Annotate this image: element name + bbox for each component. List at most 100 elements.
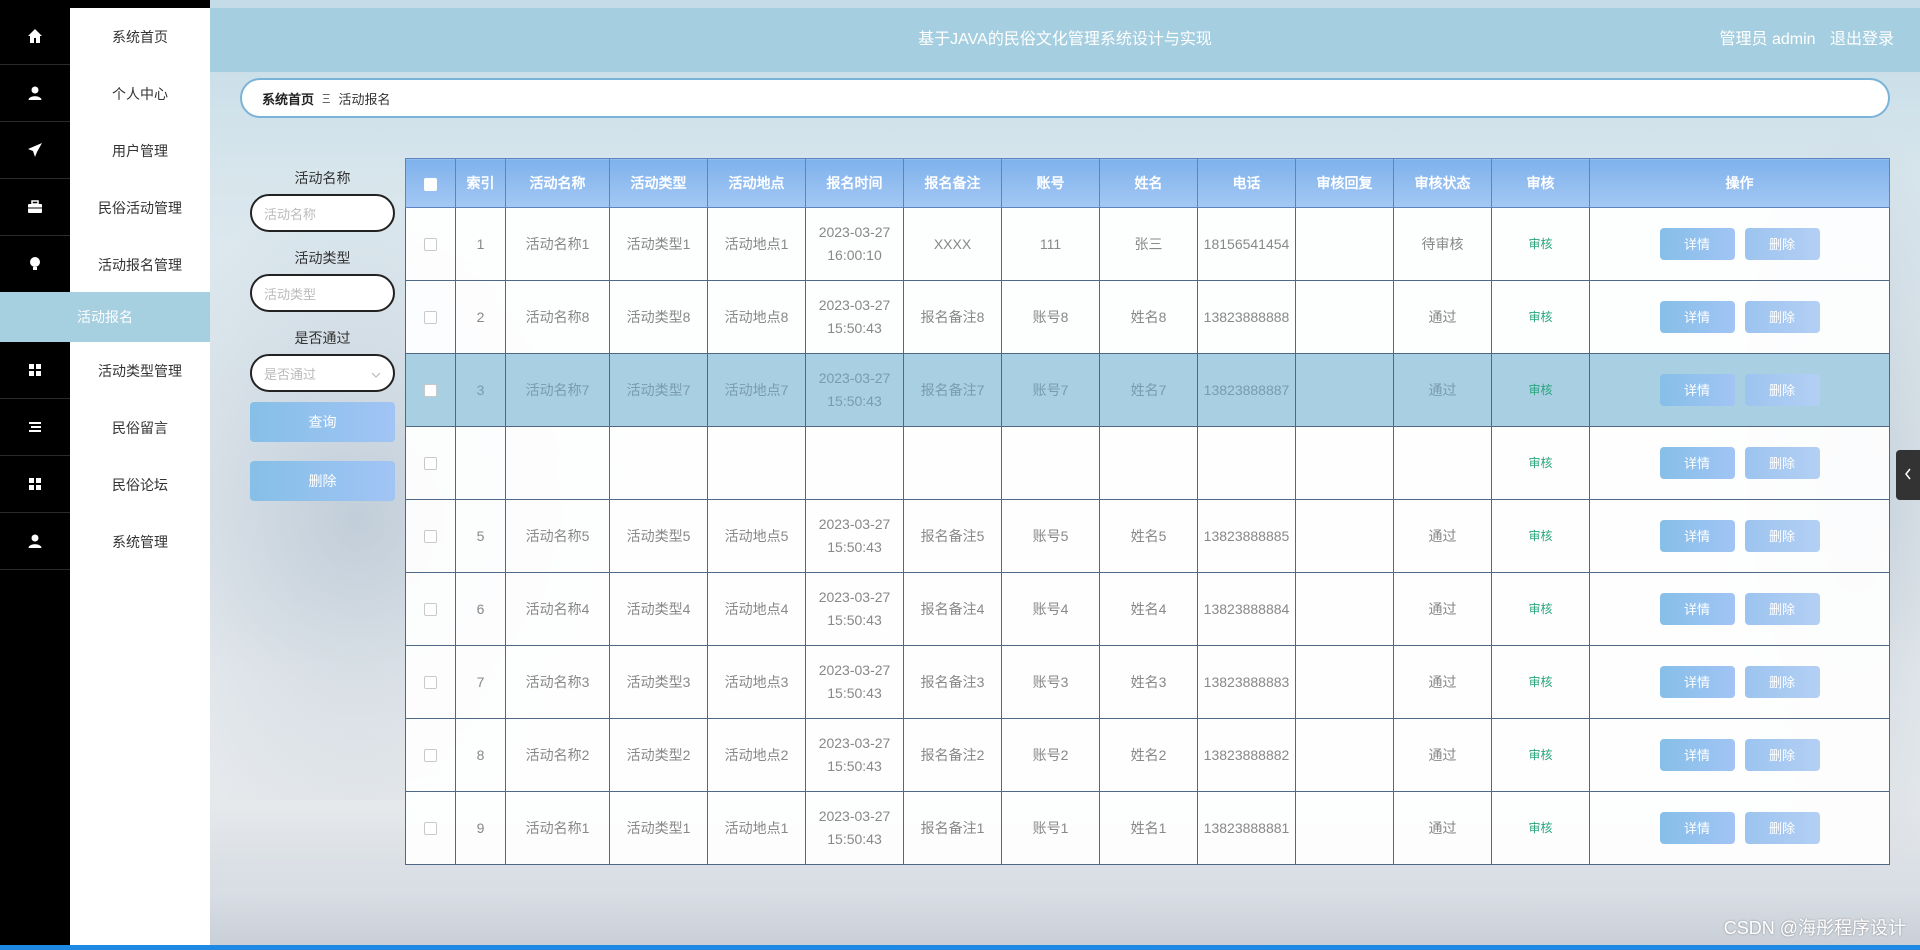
sidebar-item-label: 系统首页 (112, 28, 168, 45)
row-checkbox[interactable] (424, 311, 437, 325)
select-all-cell[interactable] (405, 158, 456, 208)
delete-button[interactable]: 删除 (1744, 301, 1820, 333)
cell-audit: 审核 (1491, 426, 1590, 500)
row-checkbox[interactable] (424, 676, 437, 690)
audit-link[interactable]: 审核 (1528, 310, 1552, 324)
column-header: 活动名称 (505, 158, 610, 208)
table-row[interactable]: 5 活动名称5 活动类型5 活动地点5 2023-03-27 15:50:43 报名备注5… (405, 499, 1890, 573)
row-checkbox[interactable] (424, 749, 437, 763)
cell-status: 通过 (1393, 645, 1492, 719)
detail-button[interactable]: 详情 (1659, 812, 1735, 844)
breadcrumb-separator-icon: Ξ (322, 90, 331, 106)
cell-note: 报名备注7 (903, 353, 1002, 427)
row-select-cell[interactable] (405, 718, 456, 792)
row-select-cell[interactable] (405, 572, 456, 646)
table-row[interactable]: 9 活动名称1 活动类型1 活动地点1 2023-03-27 15:50:43 报名备注1… (405, 791, 1890, 865)
cell-person: 姓名7 (1099, 353, 1198, 427)
cell-phone: 18156541454 (1197, 207, 1296, 281)
table-row[interactable]: 8 活动名称2 活动类型2 活动地点2 2023-03-27 15:50:43 报名备注2… (405, 718, 1890, 792)
cell-type: 活动类型1 (609, 207, 708, 281)
audit-link[interactable]: 审核 (1528, 675, 1552, 689)
detail-button[interactable]: 详情 (1659, 447, 1735, 479)
table-row[interactable]: 1 活动名称1 活动类型1 活动地点1 2023-03-27 16:00:10 XXXX 1… (405, 207, 1890, 281)
activity-type-input[interactable]: 活动类型 (250, 274, 395, 312)
audit-link[interactable]: 审核 (1528, 602, 1552, 616)
logout-link[interactable]: 退出登录 (1830, 31, 1894, 48)
row-select-cell[interactable] (405, 207, 456, 281)
cell-person: 姓名5 (1099, 499, 1198, 573)
sidebar-item-system[interactable]: 系统管理 (0, 513, 210, 570)
sidebar-item-home[interactable]: 系统首页 (0, 8, 210, 65)
delete-button[interactable]: 删除 (1744, 520, 1820, 552)
row-checkbox[interactable] (424, 822, 437, 836)
cell-actions: 详情 删除 (1589, 207, 1890, 281)
sidebar-item-activity-signup[interactable]: 活动报名管理 (0, 236, 210, 293)
row-checkbox[interactable] (424, 603, 437, 617)
cell-audit: 审核 (1491, 353, 1590, 427)
sidebar-item-messages[interactable]: 民俗留言 (0, 399, 210, 456)
row-checkbox[interactable] (424, 384, 437, 398)
approval-status-select[interactable]: 是否通过 (250, 354, 395, 392)
table-row[interactable]: 3 活动名称7 活动类型7 活动地点7 2023-03-27 15:50:43 报名备注7… (405, 353, 1890, 427)
detail-button[interactable]: 详情 (1659, 520, 1735, 552)
row-select-cell[interactable] (405, 353, 456, 427)
sidebar-item-activity-types[interactable]: 活动类型管理 (0, 342, 210, 399)
table-row[interactable]: 审核 详情 删除 (405, 426, 1890, 500)
cell-reply (1295, 499, 1394, 573)
table-row[interactable]: 7 活动名称3 活动类型3 活动地点3 2023-03-27 15:50:43 报名备注3… (405, 645, 1890, 719)
select-all-checkbox[interactable] (424, 177, 437, 191)
audit-link[interactable]: 审核 (1528, 456, 1552, 470)
cell-type: 活动类型3 (609, 645, 708, 719)
row-select-cell[interactable] (405, 426, 456, 500)
row-select-cell[interactable] (405, 499, 456, 573)
delete-button[interactable]: 删除 (1744, 739, 1820, 771)
audit-link[interactable]: 审核 (1528, 748, 1552, 762)
cell-status: 通过 (1393, 353, 1492, 427)
cell-audit: 审核 (1491, 280, 1590, 354)
table-row[interactable]: 2 活动名称8 活动类型8 活动地点8 2023-03-27 15:50:43 报名备注8… (405, 280, 1890, 354)
delete-button[interactable]: 删除 (1744, 447, 1820, 479)
detail-button[interactable]: 详情 (1659, 301, 1735, 333)
row-checkbox[interactable] (424, 530, 437, 544)
row-checkbox[interactable] (424, 457, 437, 471)
delete-button[interactable]: 删除 (1744, 228, 1820, 260)
list-icon (0, 399, 70, 456)
detail-button[interactable]: 详情 (1659, 228, 1735, 260)
breadcrumb-home[interactable]: 系统首页 (262, 89, 314, 108)
sidebar-item-label: 系统管理 (112, 533, 168, 550)
detail-button[interactable]: 详情 (1659, 593, 1735, 625)
audit-link[interactable]: 审核 (1528, 237, 1552, 251)
detail-button[interactable]: 详情 (1659, 666, 1735, 698)
cell-actions: 详情 删除 (1589, 645, 1890, 719)
sidebar-item-users[interactable]: 用户管理 (0, 122, 210, 179)
row-select-cell[interactable] (405, 645, 456, 719)
cell-type: 活动类型2 (609, 718, 708, 792)
table-row[interactable]: 6 活动名称4 活动类型4 活动地点4 2023-03-27 15:50:43 报名备注4… (405, 572, 1890, 646)
audit-link[interactable]: 审核 (1528, 821, 1552, 835)
briefcase-icon (0, 179, 70, 236)
audit-link[interactable]: 审核 (1528, 529, 1552, 543)
batch-delete-button[interactable]: 删除 (250, 461, 395, 501)
detail-button[interactable]: 详情 (1659, 739, 1735, 771)
detail-button[interactable]: 详情 (1659, 374, 1735, 406)
delete-button[interactable]: 删除 (1744, 666, 1820, 698)
column-header: 索引 (455, 158, 506, 208)
delete-button[interactable]: 删除 (1744, 593, 1820, 625)
sidebar-subitem-activity-signup[interactable]: 活动报名 (0, 292, 210, 342)
activity-name-input[interactable]: 活动名称 (250, 194, 395, 232)
sidebar-item-forum[interactable]: 民俗论坛 (0, 456, 210, 513)
collapse-panel-tab[interactable] (1896, 450, 1920, 500)
row-select-cell[interactable] (405, 280, 456, 354)
audit-link[interactable]: 审核 (1528, 383, 1552, 397)
sidebar-item-folk-activities[interactable]: 民俗活动管理 (0, 179, 210, 236)
row-checkbox[interactable] (424, 238, 437, 252)
delete-button[interactable]: 删除 (1744, 374, 1820, 406)
sidebar-item-profile[interactable]: 个人中心 (0, 65, 210, 122)
cell-note: 报名备注4 (903, 572, 1002, 646)
row-select-cell[interactable] (405, 791, 456, 865)
activity-name-label: 活动名称 (294, 170, 351, 186)
cell-place: 活动地点8 (707, 280, 806, 354)
delete-button[interactable]: 删除 (1744, 812, 1820, 844)
cell-actions: 详情 删除 (1589, 572, 1890, 646)
query-button[interactable]: 查询 (250, 402, 395, 442)
